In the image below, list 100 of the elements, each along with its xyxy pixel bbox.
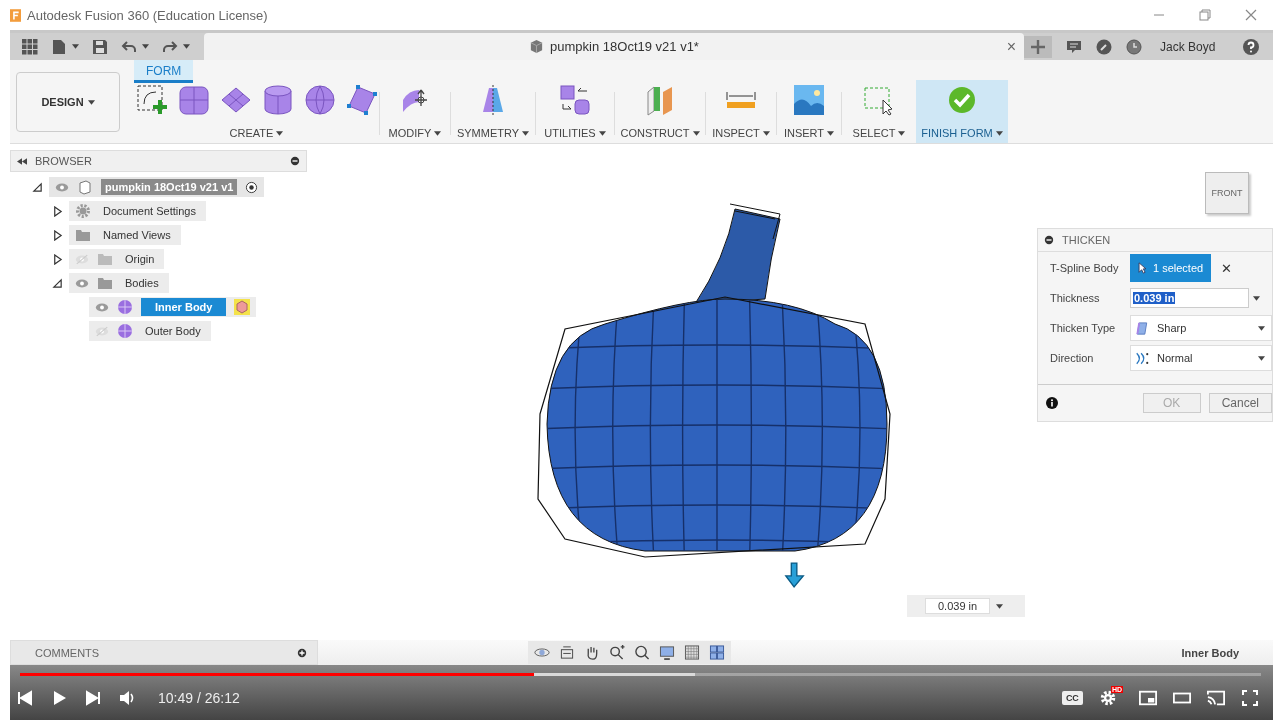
caret-icon[interactable] bbox=[1258, 355, 1265, 361]
window-select-icon[interactable] bbox=[863, 84, 895, 116]
caret-icon bbox=[692, 130, 700, 136]
miniplayer-icon[interactable] bbox=[1139, 690, 1157, 706]
viewports-icon[interactable] bbox=[709, 645, 725, 660]
field-label: Direction bbox=[1050, 352, 1095, 364]
minus-circle-icon[interactable] bbox=[290, 156, 300, 166]
next-icon[interactable] bbox=[84, 690, 102, 706]
pointer-icon bbox=[1138, 262, 1147, 274]
expand-arrow-icon[interactable] bbox=[52, 229, 63, 241]
captions-button[interactable]: CC bbox=[1061, 691, 1083, 705]
caret-icon[interactable] bbox=[996, 603, 1004, 609]
cube-face-label[interactable]: FRONT bbox=[1211, 188, 1243, 198]
look-at-icon[interactable] bbox=[559, 645, 575, 660]
previous-icon[interactable] bbox=[16, 690, 34, 706]
clock-icon[interactable] bbox=[1126, 38, 1142, 55]
toolbar-menu-button[interactable]: CREATE bbox=[229, 127, 284, 143]
zoom-icon[interactable] bbox=[609, 645, 625, 660]
toolbar-menu-button[interactable]: CONSTRUCT bbox=[620, 127, 700, 143]
file-icon[interactable] bbox=[51, 38, 67, 55]
expand-arrow-icon[interactable] bbox=[52, 205, 63, 217]
thickness-input[interactable]: 0.039 in bbox=[1130, 288, 1249, 308]
workspace-dropdown[interactable]: DESIGN bbox=[16, 72, 120, 132]
checkmark-icon[interactable] bbox=[946, 84, 978, 116]
close-icon[interactable] bbox=[1245, 9, 1257, 21]
toolbar-menu-button[interactable]: UTILITIES bbox=[544, 127, 606, 143]
sphere-icon[interactable] bbox=[303, 84, 336, 116]
theater-mode-icon[interactable] bbox=[1173, 690, 1191, 706]
expand-arrow-icon[interactable] bbox=[32, 181, 43, 193]
cancel-button[interactable]: Cancel bbox=[1208, 393, 1272, 413]
view-cube[interactable]: FRONT bbox=[1205, 172, 1249, 214]
volume-icon[interactable] bbox=[118, 690, 136, 706]
eye-icon[interactable] bbox=[95, 301, 109, 313]
eye-icon[interactable] bbox=[55, 181, 69, 193]
progress-bar[interactable] bbox=[20, 673, 1261, 676]
toolbar-menu-button[interactable]: SYMMETRY bbox=[456, 127, 530, 143]
folder-icon bbox=[97, 251, 113, 267]
dropdown[interactable]: Normal bbox=[1130, 345, 1272, 371]
toolbar-menu-button[interactable]: FINISH FORM bbox=[921, 127, 1003, 143]
direction-icon bbox=[1135, 350, 1149, 366]
display-icon[interactable] bbox=[659, 645, 675, 660]
caret-icon[interactable] bbox=[1258, 325, 1265, 331]
undo-icon[interactable] bbox=[121, 38, 137, 55]
plus-circle-icon[interactable] bbox=[297, 647, 307, 658]
caret-icon bbox=[762, 130, 770, 136]
caret-icon bbox=[827, 130, 835, 136]
cast-icon[interactable] bbox=[1207, 690, 1225, 706]
selection-status: Inner Body bbox=[1181, 646, 1239, 659]
save-icon[interactable] bbox=[92, 38, 108, 55]
dialog-title: THICKEN bbox=[1062, 234, 1111, 246]
component-icon bbox=[77, 179, 93, 195]
close-tab-button[interactable]: × bbox=[1006, 37, 1016, 56]
grid-icon[interactable] bbox=[684, 645, 700, 660]
help-icon[interactable] bbox=[1243, 38, 1260, 55]
sharp-edge-icon bbox=[1135, 320, 1149, 336]
comment-icon[interactable] bbox=[1066, 38, 1082, 55]
grid-menu-icon[interactable] bbox=[22, 38, 38, 55]
dropdown[interactable]: Sharp bbox=[1130, 315, 1272, 341]
comments-title: COMMENTS bbox=[35, 646, 101, 659]
toolbar-menu-button[interactable]: SELECT bbox=[852, 127, 906, 143]
quadball-icon[interactable] bbox=[345, 84, 378, 116]
selection-button[interactable]: 1 selected bbox=[1130, 254, 1212, 282]
caret-icon bbox=[522, 130, 530, 136]
body-icon bbox=[117, 323, 133, 339]
expand-arrow-icon[interactable] bbox=[52, 277, 63, 289]
document-tab[interactable]: pumpkin 18Oct19 v21 v1* × bbox=[204, 33, 1024, 60]
box-icon[interactable] bbox=[177, 84, 210, 116]
caret-icon bbox=[72, 44, 79, 49]
toolbar-menu-button[interactable]: INSPECT bbox=[712, 127, 770, 143]
caret-icon bbox=[87, 99, 95, 105]
user-name[interactable]: Jack Boyd bbox=[1160, 39, 1216, 54]
settings-icon[interactable] bbox=[1098, 690, 1117, 706]
tree-item[interactable]: Inner Body bbox=[141, 298, 227, 316]
cylinder-icon[interactable] bbox=[261, 84, 294, 116]
minus-circle-icon[interactable] bbox=[1044, 235, 1054, 245]
image-icon[interactable] bbox=[793, 84, 825, 116]
sketch-plus-icon[interactable] bbox=[135, 84, 168, 116]
toolbar-menu-button[interactable]: INSERT bbox=[783, 127, 835, 143]
ribbon-tab[interactable]: FORM bbox=[134, 60, 194, 83]
redo-icon[interactable] bbox=[162, 38, 178, 55]
clear-selection-button[interactable]: ✕ bbox=[1221, 260, 1233, 276]
folder-icon bbox=[75, 227, 91, 243]
expand-arrow-icon[interactable] bbox=[52, 253, 63, 265]
toolbar-menu-button[interactable]: MODIFY bbox=[388, 127, 442, 143]
field-label: Thickness bbox=[1050, 292, 1101, 304]
new-tab-icon[interactable] bbox=[1024, 35, 1052, 58]
fullscreen-icon[interactable] bbox=[1241, 690, 1259, 706]
zoom-window-icon[interactable] bbox=[634, 645, 650, 660]
caret-icon bbox=[598, 130, 606, 136]
convert-icon[interactable] bbox=[559, 84, 591, 116]
info-icon[interactable] bbox=[1046, 397, 1058, 409]
arrow-icon[interactable] bbox=[784, 560, 806, 590]
caret-icon bbox=[276, 130, 284, 136]
collapse-arrows-icon[interactable] bbox=[17, 157, 27, 165]
caret-icon[interactable] bbox=[1253, 295, 1260, 301]
activate-radio-icon[interactable] bbox=[245, 180, 259, 194]
orbit-icon[interactable] bbox=[534, 645, 550, 660]
folder-icon bbox=[97, 275, 113, 291]
value-input[interactable]: 0.039 in bbox=[925, 598, 991, 614]
eye-icon[interactable] bbox=[75, 277, 89, 289]
